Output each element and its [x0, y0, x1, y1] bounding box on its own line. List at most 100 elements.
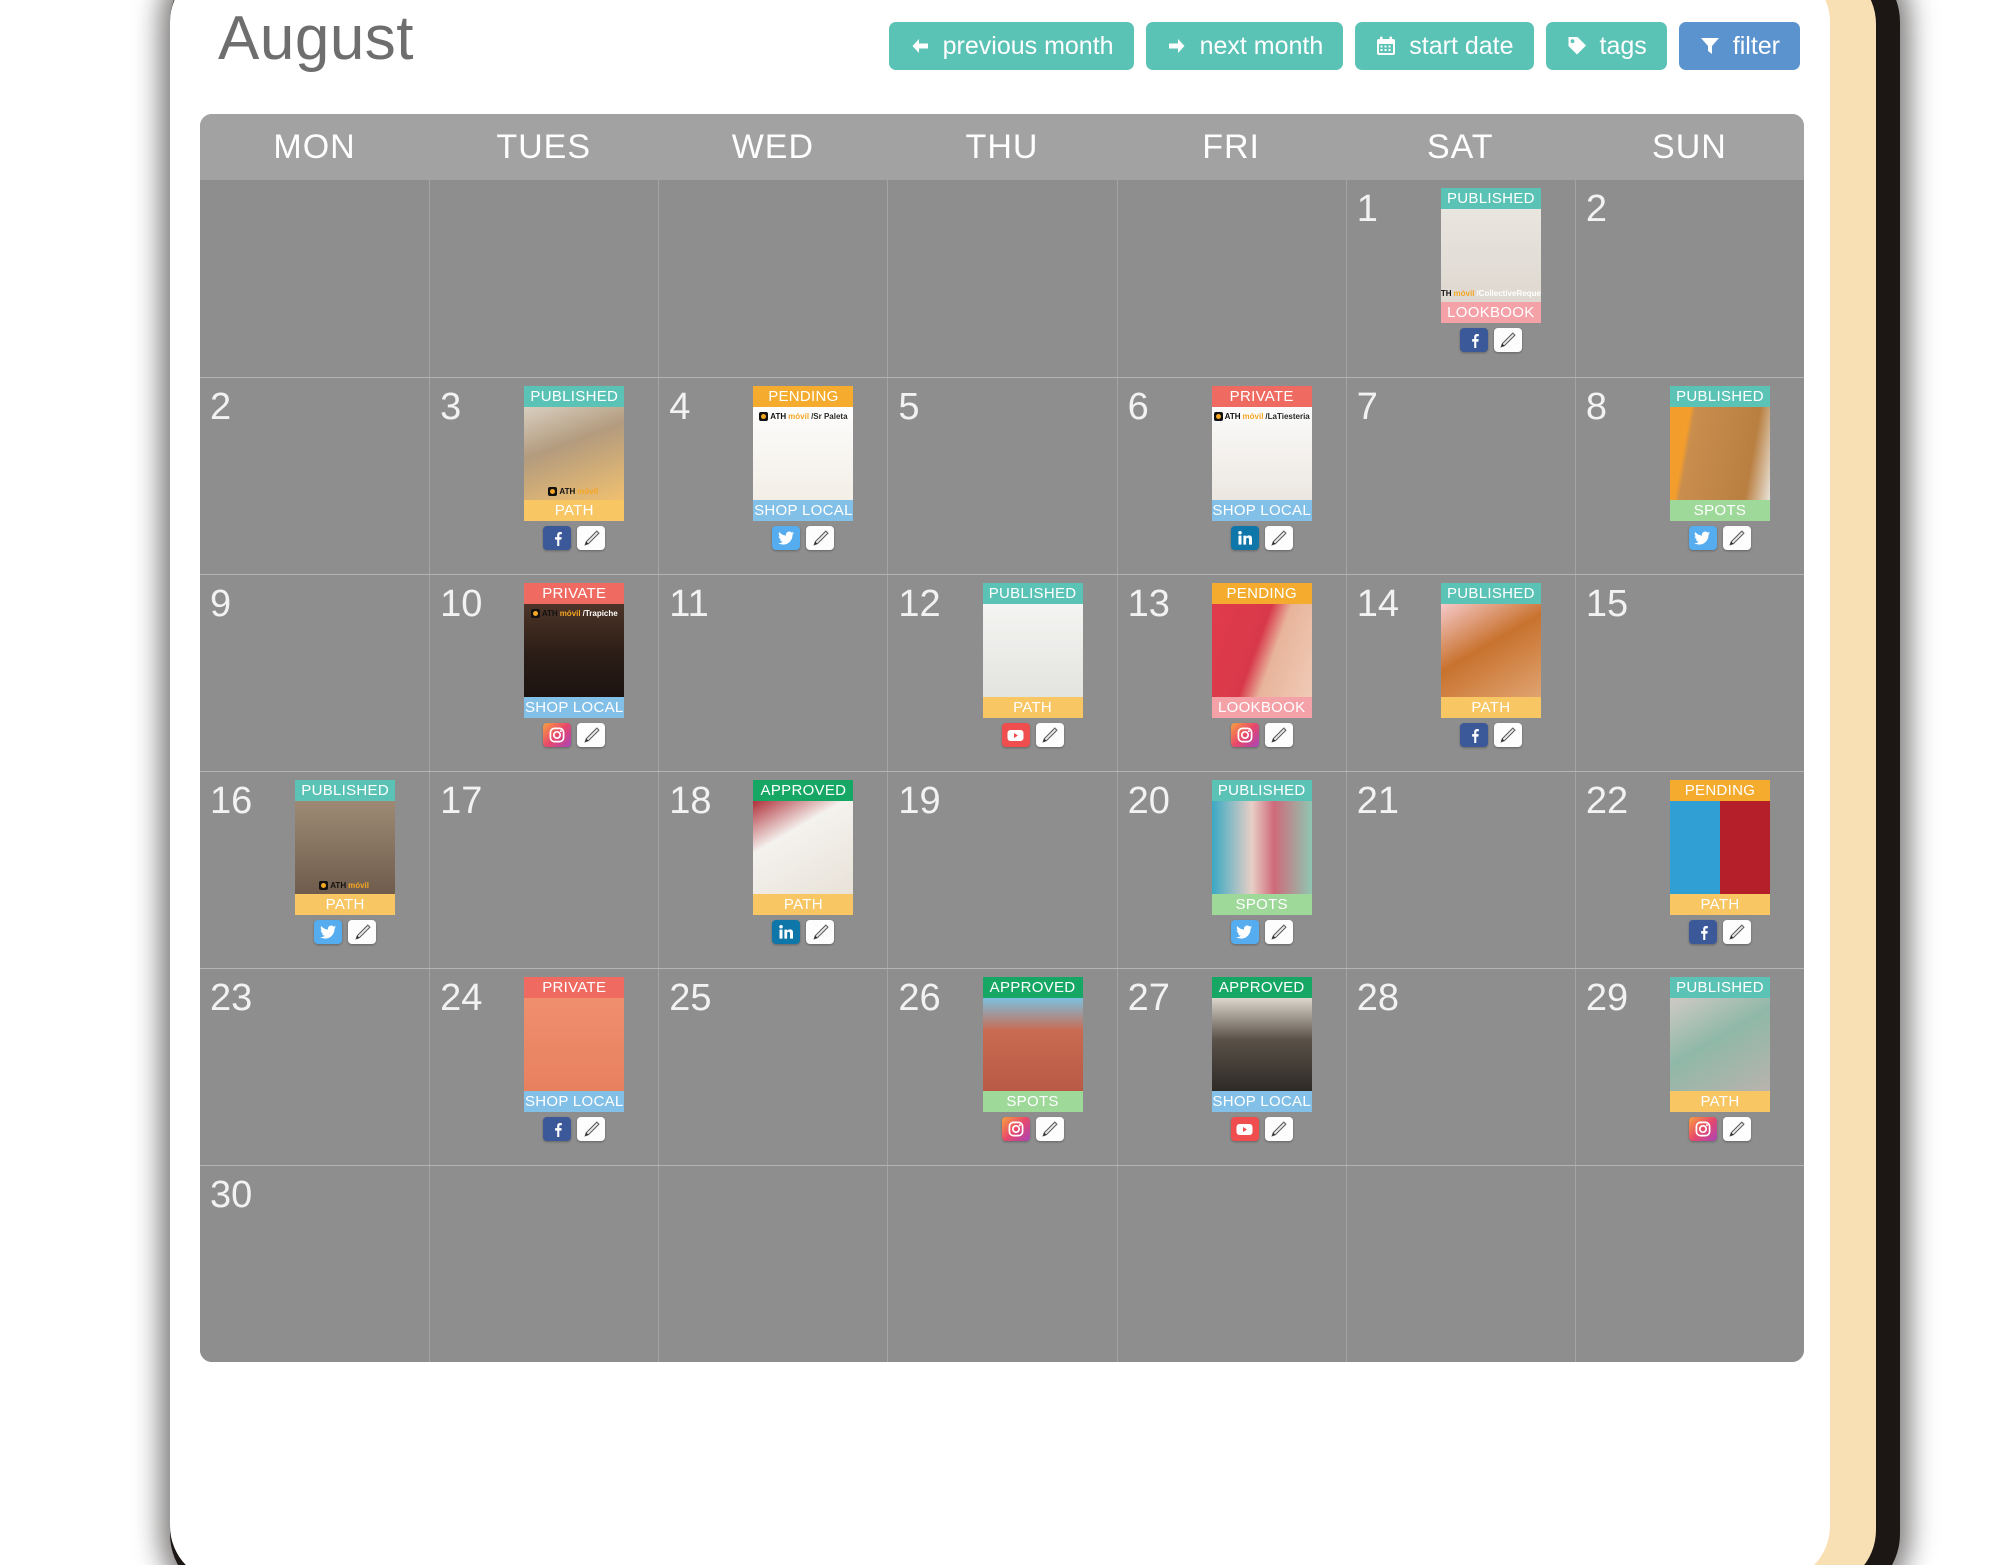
- edit-icon[interactable]: [1264, 1117, 1293, 1141]
- twitter-icon[interactable]: [314, 920, 343, 944]
- edit-icon[interactable]: [1493, 328, 1522, 352]
- calendar-day-cell[interactable]: 15: [1574, 575, 1804, 771]
- event-action-icons: [1212, 1117, 1312, 1141]
- calendar-event-card[interactable]: PUBLISHED ATH móvil PATH: [524, 386, 625, 550]
- facebook-icon[interactable]: [1459, 328, 1488, 352]
- facebook-icon[interactable]: [543, 526, 572, 550]
- edit-icon[interactable]: [1493, 723, 1522, 747]
- calendar-day-cell[interactable]: 14 PUBLISHED PATH: [1345, 575, 1575, 771]
- linkedin-icon[interactable]: [772, 920, 801, 944]
- tag-label: SHOP LOCAL: [524, 697, 625, 718]
- calendar-day-cell[interactable]: 9: [200, 575, 429, 771]
- facebook-icon[interactable]: [543, 1117, 572, 1141]
- instagram-icon[interactable]: [1001, 1117, 1030, 1141]
- calendar-event-card[interactable]: PUBLISHED ATH móvil PATH: [295, 780, 396, 944]
- calendar-day-cell[interactable]: 3 PUBLISHED ATH móvil PATH: [429, 378, 658, 574]
- twitter-icon[interactable]: [772, 526, 801, 550]
- calendar-day-cell[interactable]: 30: [200, 1166, 429, 1362]
- previous-month-button[interactable]: previous month: [888, 22, 1134, 70]
- calendar-event-card[interactable]: PRIVATE SHOP LOCAL: [524, 977, 625, 1141]
- calendar-event-card[interactable]: APPROVED SPOTS: [982, 977, 1083, 1141]
- calendar-day-cell[interactable]: 6 PRIVATE ATH móvil/LaTiesteria SHOP LOCAL: [1116, 378, 1346, 574]
- calendar-day-cell[interactable]: 12 PUBLISHED PATH: [887, 575, 1116, 771]
- edit-icon[interactable]: [1035, 723, 1064, 747]
- edit-icon[interactable]: [1035, 1117, 1064, 1141]
- facebook-icon[interactable]: [1459, 723, 1488, 747]
- youtube-icon[interactable]: [1001, 723, 1030, 747]
- youtube-icon[interactable]: [1230, 1117, 1259, 1141]
- calendar-event-card[interactable]: PRIVATE ATH móvil/LaTiesteria SHOP LOCAL: [1211, 386, 1312, 550]
- calendar-header: August previous month next month start dat…: [170, 0, 1830, 110]
- event-action-icons: [524, 1117, 624, 1141]
- calendar-day-cell[interactable]: 4 PENDING ATH móvil/Sr Paleta SHOP LOCAL: [658, 378, 887, 574]
- calendar-event-card[interactable]: APPROVED PATH: [753, 780, 854, 944]
- filter-button[interactable]: filter: [1678, 22, 1800, 70]
- calendar-day-cell[interactable]: 27 APPROVED SHOP LOCAL: [1116, 969, 1346, 1165]
- calendar-day-cell[interactable]: 16 PUBLISHED ATH móvil PATH: [200, 772, 429, 968]
- calendar-toolbar: previous month next month start date tags fi…: [888, 22, 1800, 70]
- calendar-day-cell[interactable]: 7: [1345, 378, 1575, 574]
- calendar-week-row: 16 PUBLISHED ATH móvil PATH 17 18 APPROVED PATH 1…: [200, 771, 1804, 968]
- calendar-day-cell[interactable]: 2: [1574, 180, 1804, 377]
- calendar-day-cell[interactable]: 2: [200, 378, 429, 574]
- edit-icon[interactable]: [1264, 920, 1293, 944]
- edit-icon[interactable]: [577, 723, 606, 747]
- calendar-day-cell[interactable]: 5: [887, 378, 1116, 574]
- calendar-event-card[interactable]: PUBLISHED ATHmóvil/CollectiveRequest LOOKB…: [1440, 188, 1541, 352]
- start-date-button[interactable]: start date: [1355, 22, 1534, 70]
- calendar-event-card[interactable]: PUBLISHED PATH: [982, 583, 1083, 747]
- calendar-day-cell[interactable]: 19: [887, 772, 1116, 968]
- calendar-day-cell[interactable]: 20 PUBLISHED SPOTS: [1116, 772, 1346, 968]
- calendar-day-cell[interactable]: 1 PUBLISHED ATHmóvil/CollectiveRequest LOOK…: [1345, 180, 1575, 377]
- calendar-event-card[interactable]: PENDING ATH móvil/Sr Paleta SHOP LOCAL: [753, 386, 854, 550]
- calendar-day-cell[interactable]: 11: [658, 575, 887, 771]
- edit-icon[interactable]: [806, 920, 835, 944]
- instagram-icon[interactable]: [1688, 1117, 1717, 1141]
- calendar-day-cell[interactable]: 29 PUBLISHED PATH: [1574, 969, 1804, 1165]
- calendar-day-cell[interactable]: 25: [658, 969, 887, 1165]
- calendar-event-card[interactable]: PENDING PATH: [1669, 780, 1770, 944]
- instagram-icon[interactable]: [543, 723, 572, 747]
- next-month-button[interactable]: next month: [1145, 22, 1344, 70]
- calendar-day-cell[interactable]: 13 PENDING LOOKBOOK: [1116, 575, 1346, 771]
- edit-icon[interactable]: [1722, 1117, 1751, 1141]
- edit-icon[interactable]: [1264, 723, 1293, 747]
- ath-logo-icon: [1213, 412, 1223, 421]
- calendar-event-card[interactable]: PRIVATE ATH móvil/Trapiche SHOP LOCAL: [524, 583, 625, 747]
- linkedin-icon[interactable]: [1230, 526, 1259, 550]
- day-number: [1357, 1174, 1397, 1176]
- calendar-day-cell[interactable]: 26 APPROVED SPOTS: [887, 969, 1116, 1165]
- calendar-day-cell[interactable]: 8 PUBLISHED SPOTS: [1574, 378, 1804, 574]
- calendar-event-card[interactable]: APPROVED SHOP LOCAL: [1211, 977, 1312, 1141]
- instagram-icon[interactable]: [1230, 723, 1259, 747]
- edit-icon[interactable]: [1722, 526, 1751, 550]
- calendar-day-cell[interactable]: 22 PENDING PATH: [1574, 772, 1804, 968]
- day-number: 14: [1356, 583, 1399, 625]
- calendar-event-card[interactable]: PUBLISHED PATH: [1669, 977, 1770, 1141]
- calendar-event-card[interactable]: PENDING LOOKBOOK: [1211, 583, 1312, 747]
- edit-icon[interactable]: [806, 526, 835, 550]
- filter-label: filter: [1732, 31, 1780, 60]
- facebook-icon[interactable]: [1688, 920, 1717, 944]
- edit-icon[interactable]: [348, 920, 377, 944]
- calendar-event-card[interactable]: PUBLISHED SPOTS: [1669, 386, 1770, 550]
- edit-icon[interactable]: [1722, 920, 1751, 944]
- calendar-day-cell[interactable]: 23: [200, 969, 429, 1165]
- event-thumbnail: ATHmóvil/CollectiveRequest: [1440, 209, 1541, 302]
- brand-watermark: ATHmóvil/CollectiveRequest: [1441, 289, 1541, 298]
- twitter-icon[interactable]: [1230, 920, 1259, 944]
- edit-icon[interactable]: [577, 1117, 606, 1141]
- calendar-day-cell[interactable]: 18 APPROVED PATH: [658, 772, 887, 968]
- calendar-day-cell[interactable]: 17: [429, 772, 658, 968]
- calendar-day-cell[interactable]: 24 PRIVATE SHOP LOCAL: [429, 969, 658, 1165]
- edit-icon[interactable]: [577, 526, 606, 550]
- calendar-day-cell[interactable]: 28: [1345, 969, 1575, 1165]
- calendar-event-card[interactable]: PUBLISHED SPOTS: [1211, 780, 1312, 944]
- tags-button[interactable]: tags: [1545, 22, 1667, 70]
- twitter-icon[interactable]: [1688, 526, 1717, 550]
- calendar-day-cell[interactable]: 10 PRIVATE ATH móvil/Trapiche SHOP LOCAL: [429, 575, 658, 771]
- edit-icon[interactable]: [1264, 526, 1293, 550]
- tag-icon: [1566, 35, 1588, 57]
- calendar-event-card[interactable]: PUBLISHED PATH: [1440, 583, 1541, 747]
- calendar-day-cell[interactable]: 21: [1345, 772, 1575, 968]
